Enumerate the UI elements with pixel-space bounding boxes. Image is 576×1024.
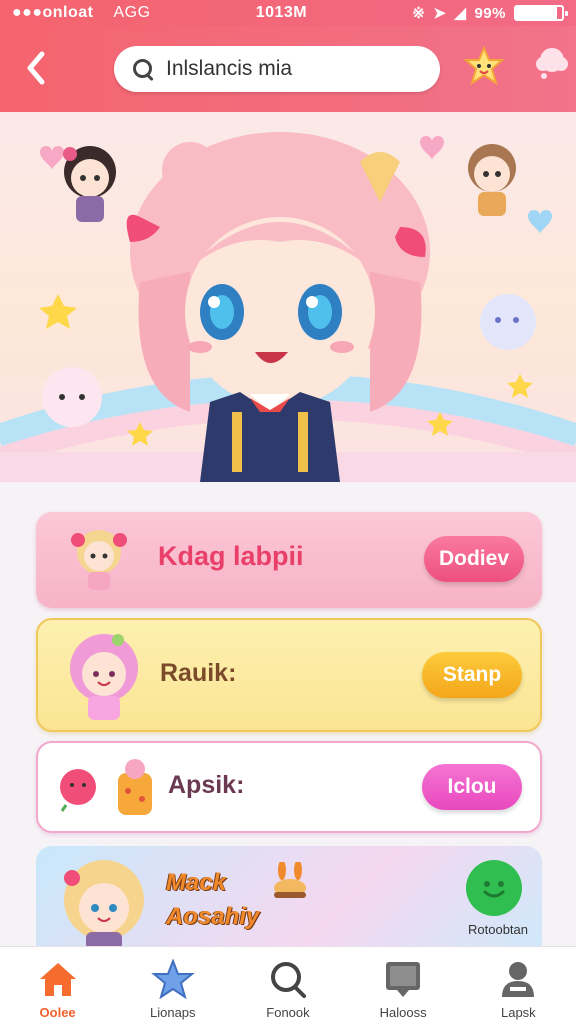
message-icon bbox=[386, 962, 421, 997]
card-2-button[interactable]: Stanp bbox=[422, 652, 522, 698]
bunny-burger-icon bbox=[274, 862, 306, 898]
nav-label-messages: Halooss bbox=[379, 1005, 427, 1020]
snack-icons bbox=[60, 759, 152, 815]
card-2-title: Rauik: bbox=[160, 659, 237, 687]
status-bar: ●●●onloat AGG 1013M ※ ➤ ◢ 99% bbox=[0, 0, 576, 26]
home-icon bbox=[39, 963, 76, 996]
nav-item-home[interactable]: Oolee bbox=[8, 947, 108, 1024]
nav-label-home: Oolee bbox=[39, 1005, 76, 1020]
card-3-title: Apsik: bbox=[168, 771, 245, 799]
chevron-left-icon bbox=[27, 51, 45, 85]
nav-label-search: Fonook bbox=[266, 1005, 310, 1020]
carrier-text: ●●●onloat bbox=[12, 4, 94, 21]
location-icon: ➤ bbox=[433, 5, 447, 22]
feature-card-3[interactable]: Apsik: Iclou bbox=[36, 741, 542, 833]
chat-bubble-icon[interactable] bbox=[532, 44, 572, 84]
network-text: AGG bbox=[113, 4, 151, 21]
battery-percent: 99% bbox=[474, 4, 506, 22]
search-input[interactable]: Inlslancis mia bbox=[114, 46, 440, 92]
card-1-button[interactable]: Dodiev bbox=[424, 536, 524, 582]
signal-icon: ◢ bbox=[454, 5, 467, 22]
nav-item-messages[interactable]: Halooss bbox=[353, 947, 453, 1024]
app-header: Inlslancis mia bbox=[0, 26, 576, 112]
feature-card-1[interactable]: Kdag labpii Dodiev bbox=[36, 512, 542, 608]
smile-chat-icon bbox=[483, 881, 505, 898]
nav-label-favorites: Lionaps bbox=[150, 1005, 196, 1020]
nav-item-search[interactable]: Fonook bbox=[238, 947, 338, 1024]
chibi-blonde-large-icon bbox=[64, 860, 144, 950]
card-4-title-line2: Aosahiy bbox=[166, 903, 260, 930]
hero-illustration bbox=[0, 132, 576, 482]
clock-text: 1013M bbox=[255, 4, 308, 21]
chat-button[interactable] bbox=[466, 860, 522, 916]
battery-icon bbox=[513, 5, 568, 21]
star-mascot-icon[interactable] bbox=[460, 44, 508, 92]
card-4-title: Mack Aosahiy bbox=[166, 866, 259, 934]
hero-banner[interactable] bbox=[0, 112, 576, 482]
search-icon bbox=[132, 58, 154, 80]
feature-card-2[interactable]: Rauik: Stanp bbox=[36, 618, 542, 732]
card-1-title: Kdag labpii bbox=[158, 541, 304, 571]
nav-label-profile: Lapsk bbox=[500, 1005, 536, 1020]
bluetooth-icon: ※ bbox=[412, 5, 426, 22]
nav-item-profile[interactable]: Lapsk bbox=[468, 947, 568, 1024]
chat-label: Rotoobtan bbox=[468, 922, 528, 937]
card-4-title-line1: Mack bbox=[166, 869, 227, 896]
chibi-blonde-icon bbox=[71, 530, 127, 590]
back-button[interactable] bbox=[22, 48, 58, 88]
feature-card-4[interactable]: Mack Aosahiy Rotoobtan bbox=[36, 846, 542, 950]
nav-item-favorites[interactable]: Lionaps bbox=[123, 947, 223, 1024]
search-value: Inlslancis mia bbox=[166, 57, 293, 80]
bottom-nav: Oolee Lionaps Fonook Halooss Lapsk bbox=[0, 946, 576, 1024]
card-3-button[interactable]: Iclou bbox=[422, 764, 522, 810]
search-icon bbox=[270, 962, 306, 998]
chibi-pink-icon bbox=[70, 634, 138, 720]
profile-icon bbox=[502, 962, 535, 997]
star-icon bbox=[150, 959, 195, 999]
